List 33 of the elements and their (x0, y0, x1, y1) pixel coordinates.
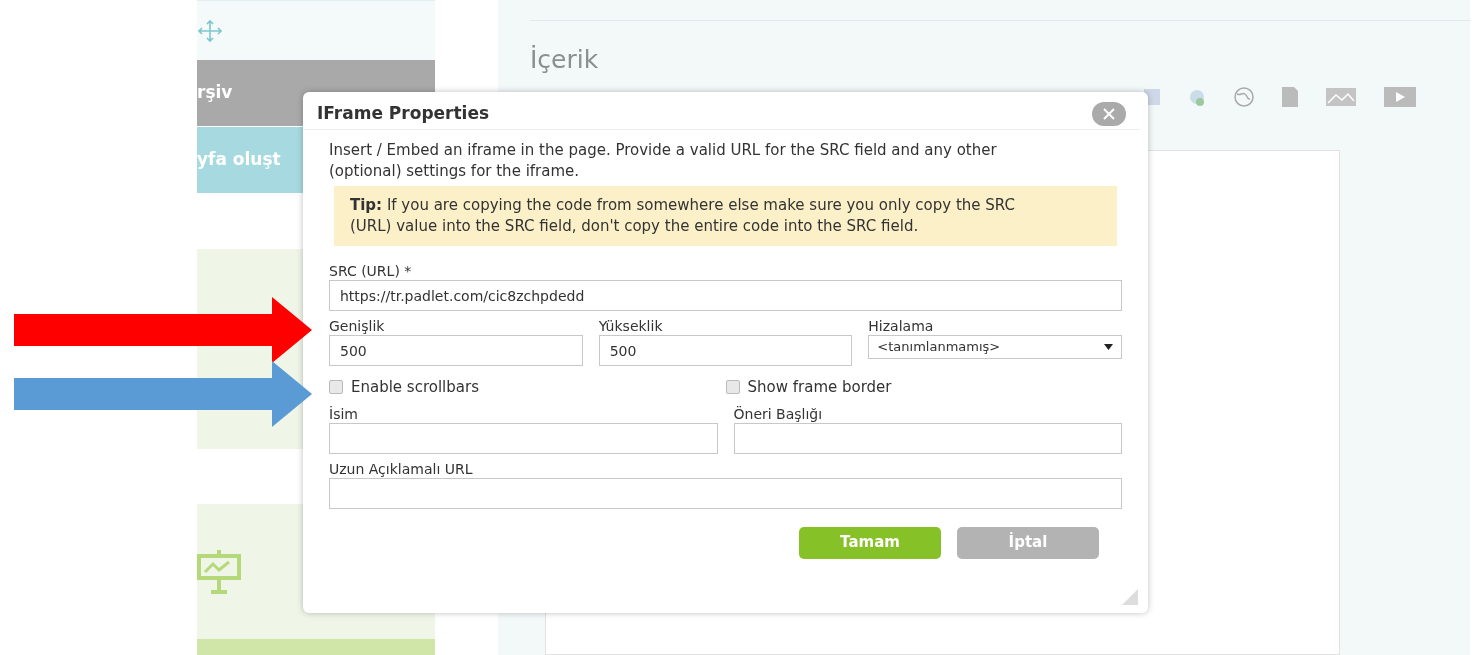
close-icon (1102, 106, 1116, 121)
dialog-title: IFrame Properties (317, 101, 490, 125)
document-icon[interactable] (1281, 86, 1299, 108)
field-label: SRC (URL) * (329, 262, 413, 280)
field-label: Hizalama (868, 317, 935, 335)
input-field[interactable]: https://tr.padlet.com/cic8zchpdedd (329, 280, 1122, 311)
input-field[interactable] (329, 477, 1122, 509)
input-field[interactable]: 500 (598, 335, 853, 366)
dropdown[interactable]: <tanımlanmamış> (868, 335, 1122, 359)
checkbox[interactable] (725, 380, 740, 395)
sidebar-item[interactable] (197, 639, 435, 655)
checkbox-label: Show frame border (747, 377, 892, 398)
close-button[interactable] (1092, 101, 1126, 126)
video-icon[interactable] (1383, 86, 1417, 108)
move-icon[interactable] (197, 18, 223, 43)
checkbox-label: Enable scrollbars (351, 377, 479, 398)
section-title: İçerik (530, 44, 600, 76)
intro-text: Insert / Embed an iframe in the page. Provide a valid URL for the SRC field and any other (optional) settings for the iframe. (329, 140, 998, 182)
field-label: Öneri Başlığı (733, 404, 824, 423)
input-field[interactable]: 500 (329, 335, 583, 366)
field-label: İsim (329, 404, 359, 423)
input-field[interactable] (733, 422, 1122, 454)
field-label: Genişlik (329, 317, 386, 335)
resize-grip-icon[interactable] (1122, 589, 1138, 605)
caret-icon (1104, 344, 1113, 350)
input-field[interactable] (329, 422, 718, 454)
chart-board-icon (197, 547, 243, 596)
image-icon[interactable] (1325, 87, 1357, 107)
globe-icon[interactable] (1233, 86, 1255, 108)
field-label: Uzun Açıklamalı URL (329, 459, 474, 478)
checkbox[interactable] (329, 380, 343, 395)
field-label: Yükseklik (598, 317, 664, 335)
tip-note: Tip: If you are copying the code from somewhere else make sure you only copy the SRC (URL) value into the SRC field, don't copy the entire code into the SRC field. (334, 186, 1117, 246)
